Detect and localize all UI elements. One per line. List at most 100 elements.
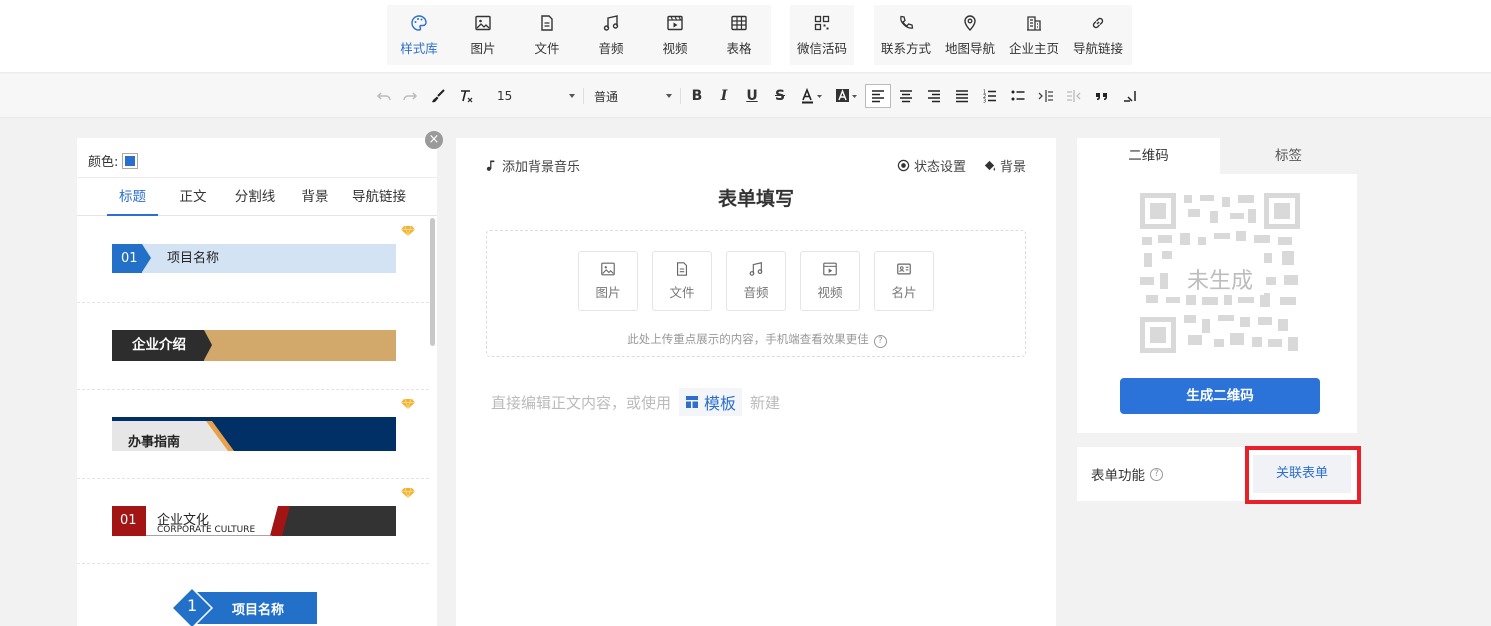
arrow-shape [204,330,212,360]
arrow-shape [142,244,151,272]
template-label: 模板 [704,394,737,413]
bold-button[interactable]: B [687,84,707,108]
font-color-button[interactable] [798,84,826,108]
color-picker: 颜色: [88,151,139,170]
close-panel-button[interactable]: × [425,131,443,149]
format-painter-button[interactable] [428,84,448,108]
tab-divider[interactable]: 分割线 [227,178,283,216]
undo-button[interactable] [374,84,394,108]
toolbar-contact[interactable]: 联系方式 [874,5,938,65]
add-bg-music-button[interactable]: 添加背景音乐 [486,156,580,175]
style-number: 01 [120,513,137,528]
toolbar-table[interactable]: 表格 [707,5,771,65]
indent-button[interactable] [1036,84,1056,108]
toolbar-style-library[interactable]: 样式库 [387,5,451,65]
toolbar-label: 音频 [598,40,624,56]
template-icon [686,396,699,408]
outdent-button[interactable] [1064,84,1084,108]
toolbar-wechat-code[interactable]: 微信活码 [790,5,854,65]
highlight-color-button[interactable] [833,84,861,108]
redo-button[interactable] [400,84,420,108]
style-item[interactable]: 企业介绍 [77,303,429,390]
blockquote-button[interactable] [1092,84,1112,108]
video-icon [823,262,837,276]
style-item[interactable]: 1 项目名称 [77,564,429,626]
link-form-button[interactable]: 关联表单 [1253,455,1351,493]
template-button[interactable]: 模板 [679,388,743,416]
paragraph-select[interactable]: 普通 [594,84,672,108]
business-card-icon [897,263,911,275]
style-preview: 企业介绍 [112,330,396,361]
toolbar-label: 地图导航 [944,40,995,56]
bullet-list-button[interactable] [1008,84,1028,108]
upload-video-button[interactable]: 视频 [800,251,860,311]
upload-hint: 此处上传重点展示的内容，手机端查看效果更佳? [487,331,1027,348]
italic-button[interactable]: I [714,84,734,108]
paint-bucket-icon [984,160,996,171]
clear-format-button[interactable] [456,84,476,108]
phone-icon [900,15,914,29]
style-item[interactable]: 办事指南 [77,390,429,479]
toolbar-map[interactable]: 地图导航 [938,5,1002,65]
radio-target-icon [897,159,910,172]
background-button[interactable]: 背景 [983,156,1026,175]
status-settings-button[interactable]: 状态设置 [897,156,966,175]
image-icon [475,15,491,30]
strikethrough-icon: S [774,88,786,104]
upload-file-button[interactable]: 文件 [652,251,712,311]
tab-body[interactable]: 正文 [169,178,217,216]
status-label: 状态设置 [914,160,967,175]
generate-qrcode-button[interactable]: 生成二维码 [1120,378,1320,414]
help-icon[interactable]: ? [1150,467,1163,481]
toolbar-label: 视频 [662,40,688,56]
scrollbar[interactable] [430,218,435,346]
building-icon [1027,15,1041,31]
upload-audio-button[interactable]: 音频 [726,251,786,311]
upload-card-button[interactable]: 名片 [874,251,934,311]
toolbar-label: 文件 [534,40,560,56]
toolbar-file[interactable]: 文件 [515,5,579,65]
form-function-text: 表单功能 [1091,468,1145,484]
qrcode-tabs: 二维码 标签 [1077,138,1357,174]
line-height-button[interactable] [1120,84,1140,108]
align-center-button[interactable] [896,84,916,108]
background-label: 背景 [1000,160,1027,175]
align-right-button[interactable] [924,84,944,108]
toolbar-group-media: 样式库 图片 文件 音频 视频 表格 [387,5,771,65]
style-subtext: CORPORATE CULTURE [157,525,256,535]
svg-text:3: 3 [983,99,986,105]
strikethrough-button[interactable]: S [770,84,790,108]
align-center-icon [900,90,912,103]
toolbar-company-home[interactable]: 企业主页 [1002,5,1066,65]
upload-label: 文件 [669,285,695,300]
tab-qrcode[interactable]: 二维码 [1077,138,1220,174]
upload-label: 图片 [595,285,621,300]
upload-image-button[interactable]: 图片 [578,251,638,311]
ordered-list-button[interactable]: 123 [980,84,1000,108]
chevron-down-icon [569,94,575,98]
font-size-select[interactable]: 15 [497,84,575,108]
style-item[interactable]: 01 企业文化 CORPORATE CULTURE [77,479,429,564]
toolbar-label: 微信活码 [796,40,847,56]
toolbar-nav-link[interactable]: 导航链接 [1066,5,1130,65]
divider [680,88,681,104]
toolbar-label: 样式库 [400,40,438,56]
toolbar-image[interactable]: 图片 [451,5,515,65]
justify-button[interactable] [952,84,972,108]
style-item[interactable]: 01 项目名称 [77,217,429,303]
tab-title[interactable]: 标题 [107,178,158,216]
tab-tags[interactable]: 标签 [1220,138,1357,174]
align-left-button[interactable] [865,84,891,108]
help-icon[interactable]: ? [873,335,887,348]
toolbar-audio[interactable]: 音频 [579,5,643,65]
editor-placeholder[interactable]: 直接编辑正文内容，或使用 模板 新建 [491,388,780,416]
toolbar-label: 导航链接 [1072,40,1123,56]
tab-nav-link[interactable]: 导航链接 [347,178,411,216]
underline-button[interactable]: U [742,84,762,108]
premium-diamond-icon [401,225,415,237]
toolbar-video[interactable]: 视频 [643,5,707,65]
tab-background[interactable]: 背景 [293,178,337,216]
form-title[interactable]: 表单填写 [456,184,1056,211]
align-right-icon [928,90,940,103]
color-swatch[interactable] [122,152,139,169]
